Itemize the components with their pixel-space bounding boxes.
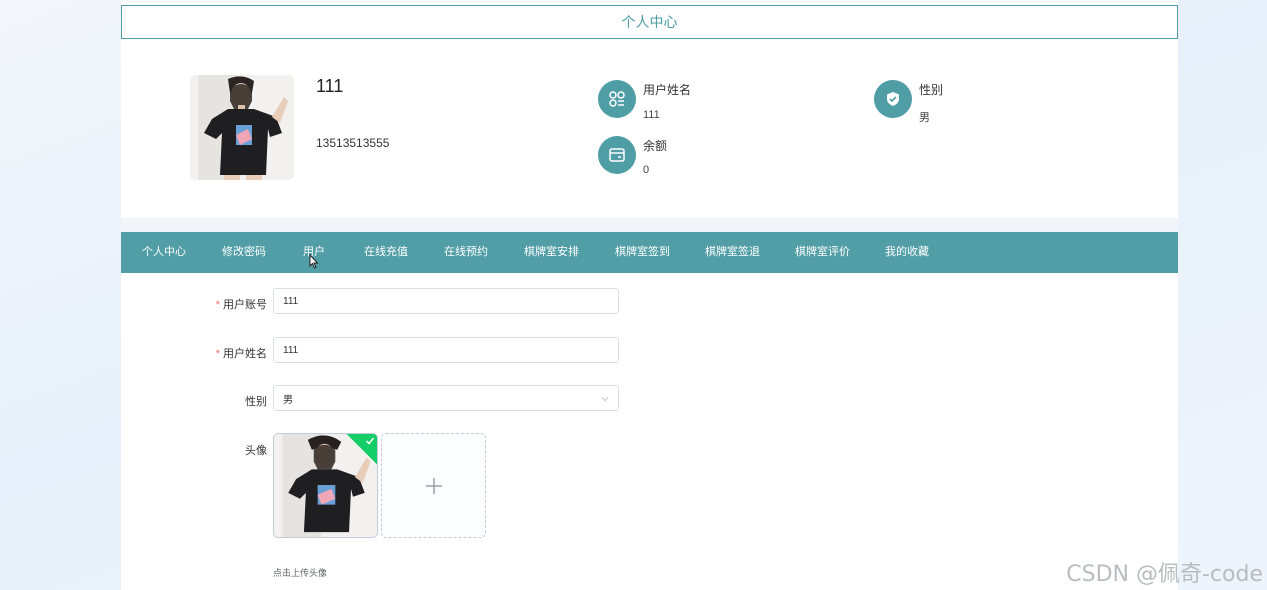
apps-icon [598,80,636,118]
tab-room-arrangement[interactable]: 棋牌室安排 [524,232,579,273]
section-divider [121,218,1178,232]
user-photo-image [190,75,294,180]
account-label: * 用户账号 [187,296,267,312]
nav-bar: 个人中心 修改密码 用户 在线充值 在线预约 棋牌室安排 棋牌室签到 棋牌室签退… [121,232,1178,273]
tab-online-booking[interactable]: 在线预约 [444,232,488,273]
upload-tip: 点击上传头像 [273,568,328,578]
account-input[interactable]: 111 [273,288,619,314]
avatar [190,75,294,180]
profile-name: 111 [316,76,344,96]
name-label-text: 用户姓名 [223,348,267,360]
avatar-upload-thumbnail[interactable] [273,433,378,538]
info-value-name: 111 [643,109,660,121]
page-title: 个人中心 [121,5,1178,39]
info-value-gender: 男 [919,112,930,124]
tab-personal-center[interactable]: 个人中心 [142,232,186,273]
mouse-cursor-icon [309,254,319,269]
tab-room-review[interactable]: 棋牌室评价 [795,232,850,273]
tab-my-favorites[interactable]: 我的收藏 [885,232,929,273]
avatar-upload-button[interactable] [381,433,486,538]
required-mark: * [215,299,220,311]
info-label-name: 用户姓名 [643,83,692,97]
avatar-label: 头像 [187,442,267,458]
tab-room-checkin[interactable]: 棋牌室签到 [615,232,670,273]
gender-select-value: 男 [283,394,293,406]
account-input-value: 111 [283,295,299,307]
name-input-value: 111 [283,344,299,356]
tab-change-password[interactable]: 修改密码 [222,232,266,273]
name-input[interactable]: 111 [273,337,619,363]
check-icon [365,437,375,445]
plus-icon [425,477,442,494]
required-mark: * [215,348,220,360]
info-value-balance: 0 [643,164,650,176]
shield-icon [874,80,912,118]
gender-select[interactable]: 男 [273,385,619,411]
tab-online-recharge[interactable]: 在线充值 [364,232,408,273]
profile-phone: 13513513555 [316,136,390,150]
info-label-balance: 余额 [643,139,668,153]
gender-label-text: 性别 [245,396,267,408]
page-title-text: 个人中心 [621,14,678,30]
tab-room-checkout[interactable]: 棋牌室签退 [705,232,760,273]
name-label: * 用户姓名 [187,345,267,361]
wallet-icon [598,136,636,174]
watermark: CSDN @佩奇-code [1066,562,1263,587]
account-label-text: 用户账号 [223,299,267,311]
info-label-gender: 性别 [919,83,944,97]
gender-label: 性别 [187,393,267,409]
avatar-label-text: 头像 [245,445,267,457]
chevron-down-icon [601,397,609,402]
